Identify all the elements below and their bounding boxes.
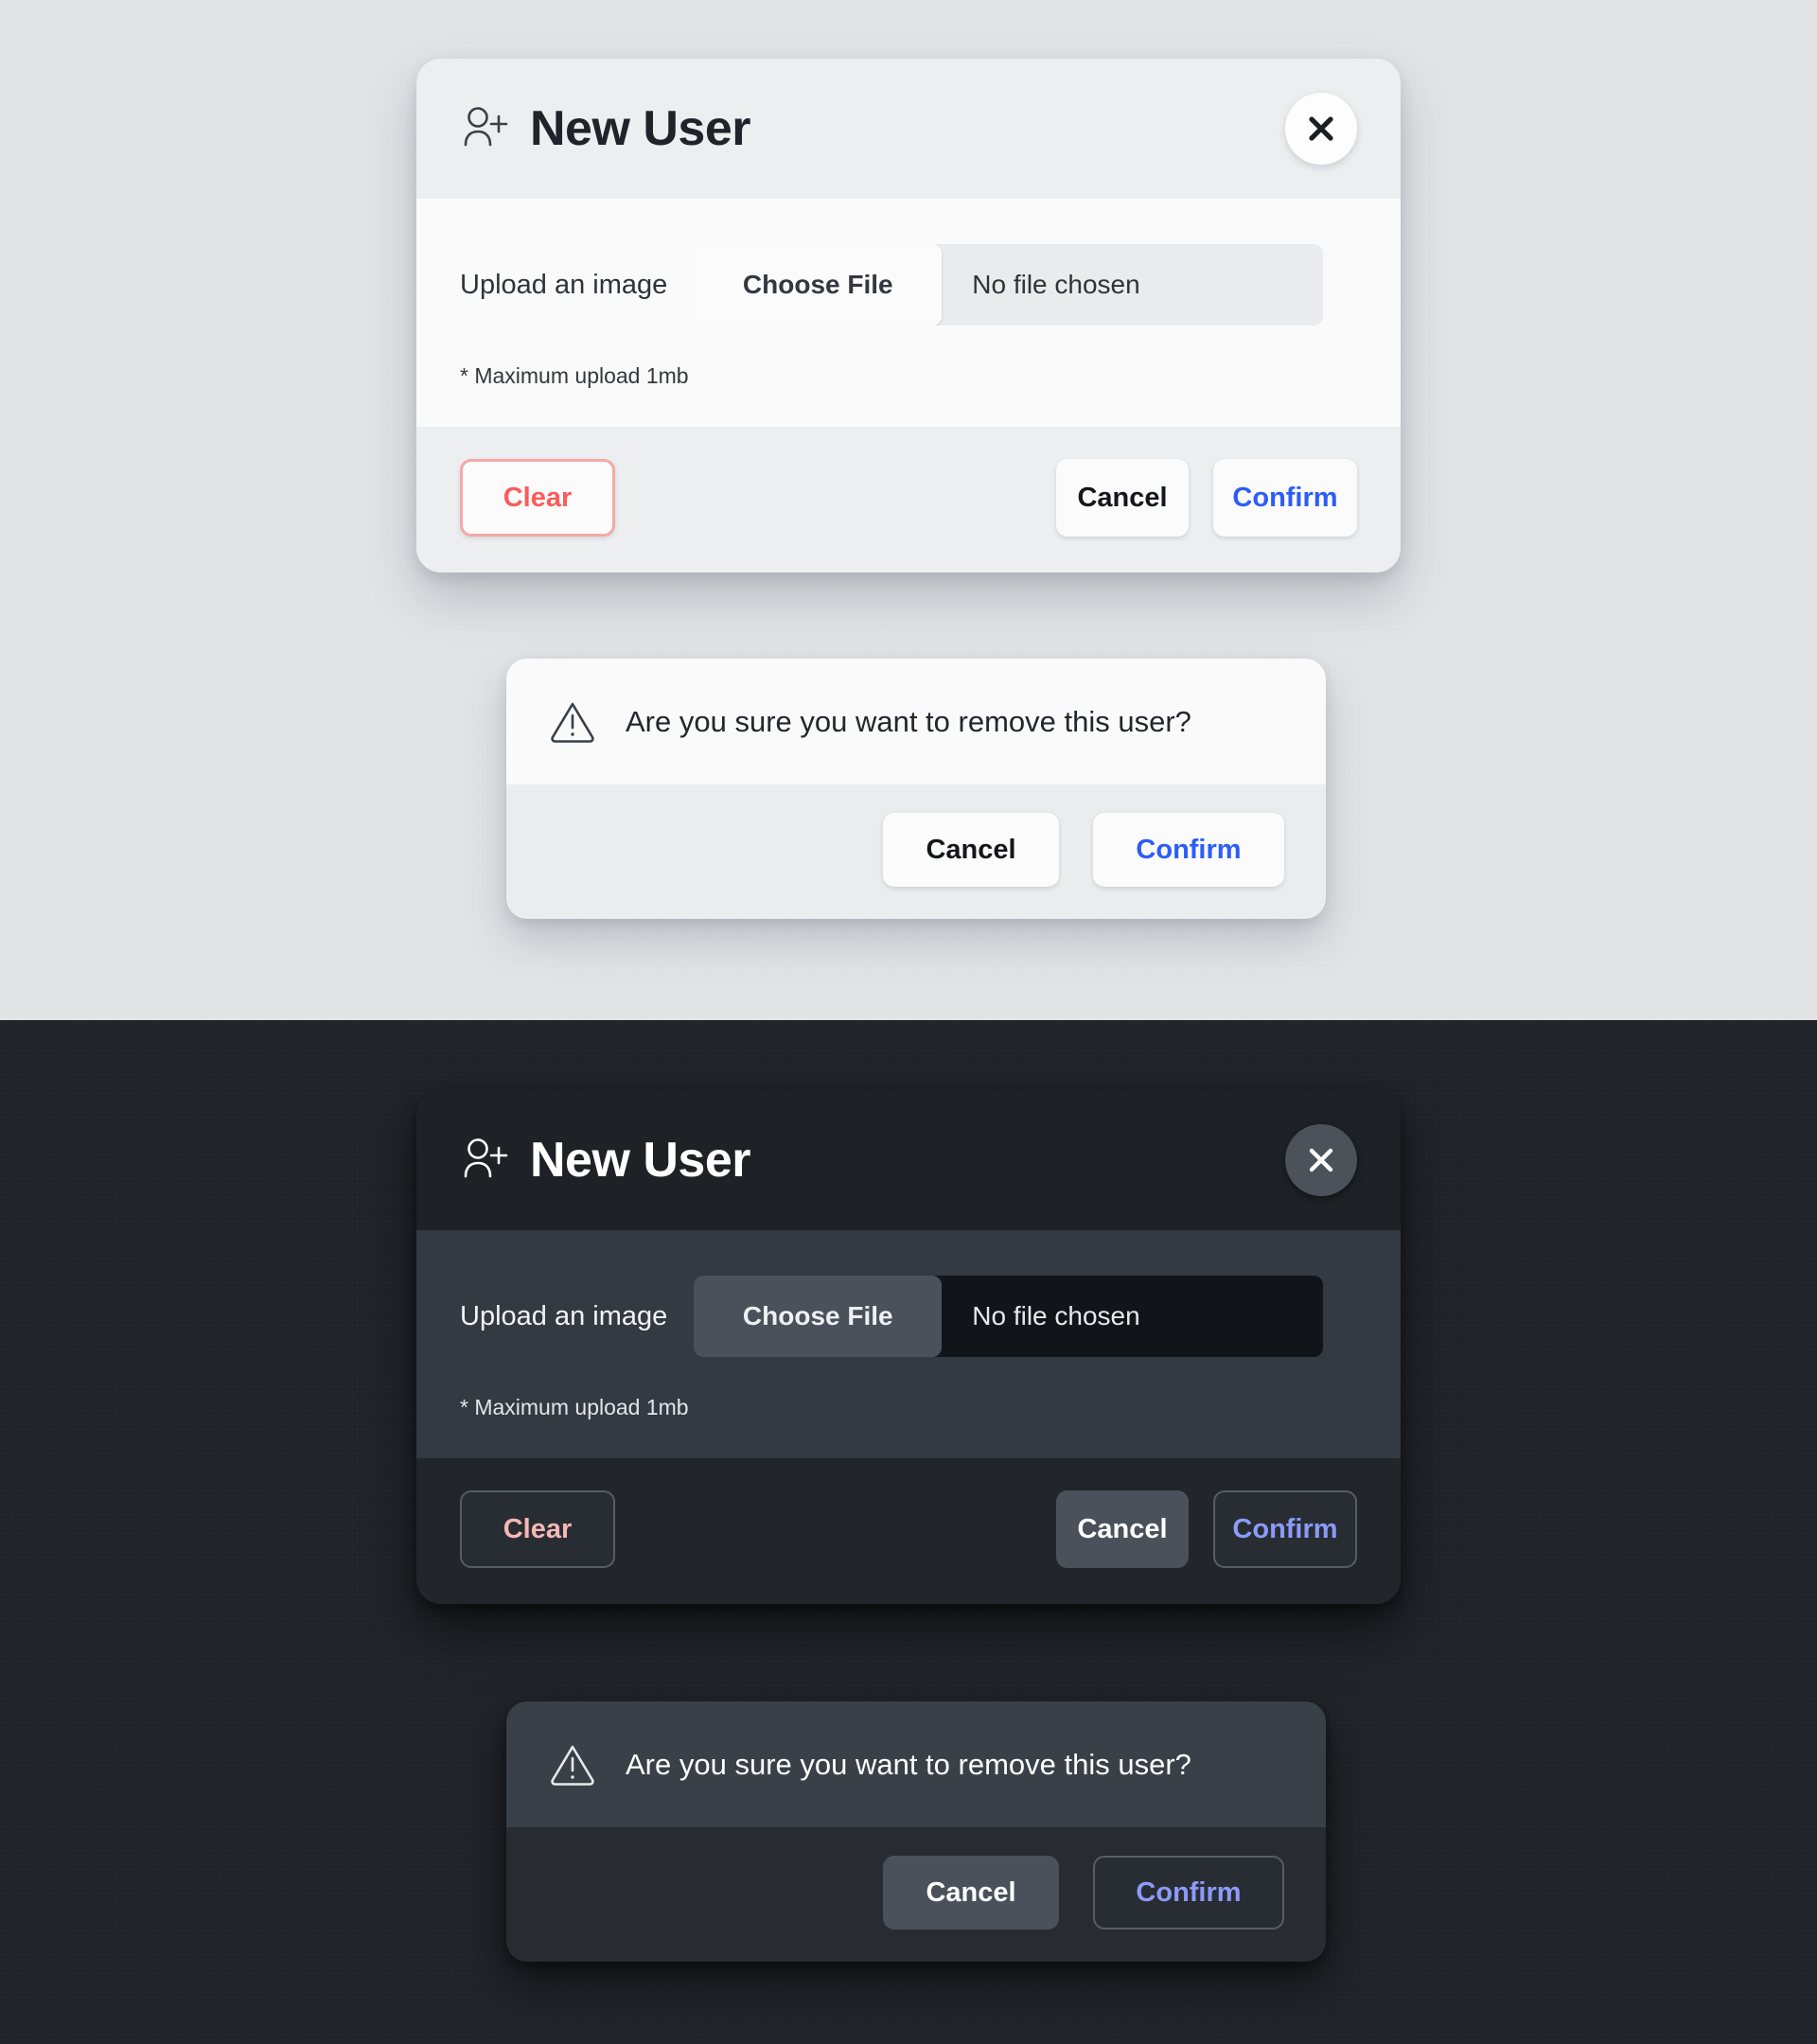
choose-file-button-dark[interactable]: Choose File [694,1276,943,1357]
cancel-button[interactable]: Cancel [1056,459,1189,537]
upload-row: Upload an image Choose File No file chos… [460,244,1357,326]
dialog-body: Are you sure you want to remove this use… [506,659,1326,784]
upload-label: Upload an image [460,269,668,300]
remove-user-dialog-light: Are you sure you want to remove this use… [506,659,1326,919]
light-theme-pane: New User Upload an image Choose File No … [0,0,1817,1020]
modal-footer: Clear Cancel Confirm [416,427,1401,573]
remove-user-dialog-dark: Are you sure you want to remove this use… [506,1701,1326,1962]
upload-label-dark: Upload an image [460,1300,668,1331]
confirm-button[interactable]: Confirm [1213,459,1357,537]
page-root: New User Upload an image Choose File No … [0,0,1817,2044]
new-user-modal-light: New User Upload an image Choose File No … [416,59,1401,573]
modal-header: New User [416,59,1401,199]
file-input[interactable]: Choose File No file chosen [694,244,1324,326]
upload-row-dark: Upload an image Choose File No file chos… [460,1276,1357,1357]
upload-hint: * Maximum upload 1mb [460,363,689,388]
dialog-cancel-button[interactable]: Cancel [883,813,1059,887]
clear-button[interactable]: Clear [460,459,615,537]
user-plus-icon [464,107,508,147]
page-title-dark: New User [530,1133,751,1188]
warning-triangle-icon [551,702,594,743]
choose-file-button[interactable]: Choose File [694,244,943,326]
file-name-value: No file chosen [972,270,1140,299]
dialog-confirm-button-dark[interactable]: Confirm [1093,1856,1284,1929]
upload-hint-dark: * Maximum upload 1mb [460,1395,689,1419]
warning-triangle-icon [551,1745,594,1786]
page-title: New User [530,101,751,156]
close-button-dark[interactable] [1285,1124,1357,1196]
user-plus-icon [464,1138,508,1178]
new-user-modal-dark: New User Upload an image Choose File No … [416,1090,1401,1604]
close-icon [1309,1148,1333,1172]
cancel-button-dark[interactable]: Cancel [1056,1490,1189,1568]
clear-button-dark[interactable]: Clear [460,1490,615,1568]
file-name-value-dark: No file chosen [972,1301,1140,1330]
modal-body: Upload an image Choose File No file chos… [416,199,1401,427]
dialog-cancel-button-dark[interactable]: Cancel [883,1856,1059,1929]
dialog-message: Are you sure you want to remove this use… [626,704,1191,738]
close-icon [1309,116,1333,141]
dialog-footer: Cancel Confirm [506,784,1326,919]
modal-footer-dark: Clear Cancel Confirm [416,1458,1401,1604]
file-input-dark[interactable]: Choose File No file chosen [694,1276,1324,1357]
dialog-footer-dark: Cancel Confirm [506,1827,1326,1962]
modal-body-dark: Upload an image Choose File No file chos… [416,1230,1401,1458]
dialog-body-dark: Are you sure you want to remove this use… [506,1701,1326,1827]
dialog-confirm-button[interactable]: Confirm [1093,813,1284,887]
modal-header-dark: New User [416,1090,1401,1230]
dialog-message-dark: Are you sure you want to remove this use… [626,1747,1191,1781]
close-button[interactable] [1285,93,1357,165]
confirm-button-dark[interactable]: Confirm [1213,1490,1357,1568]
